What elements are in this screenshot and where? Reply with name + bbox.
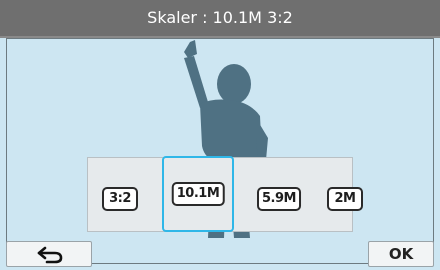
size-option-3-2[interactable]: 3:2 <box>87 169 153 229</box>
camera-screen: Skaler : 10.1M 3:2 3:2 10.1M 5.9M 2M OK <box>0 0 440 270</box>
ok-button[interactable]: OK <box>368 241 434 267</box>
size-option-10-1m[interactable]: 10.1M <box>162 156 234 232</box>
page-title: Skaler : 10.1M 3:2 <box>147 8 293 27</box>
size-option-label: 10.1M <box>171 182 225 206</box>
size-option-label: 5.9M <box>257 187 301 211</box>
ok-label: OK <box>388 245 414 263</box>
back-arrow-icon <box>37 246 63 264</box>
size-option-label: 3:2 <box>102 187 138 211</box>
back-button[interactable] <box>6 241 92 267</box>
size-option-2m[interactable]: 2M <box>312 169 378 229</box>
size-option-label: 2M <box>327 187 363 211</box>
header-bar: Skaler : 10.1M 3:2 <box>0 0 440 38</box>
size-option-5-9m[interactable]: 5.9M <box>246 169 312 229</box>
